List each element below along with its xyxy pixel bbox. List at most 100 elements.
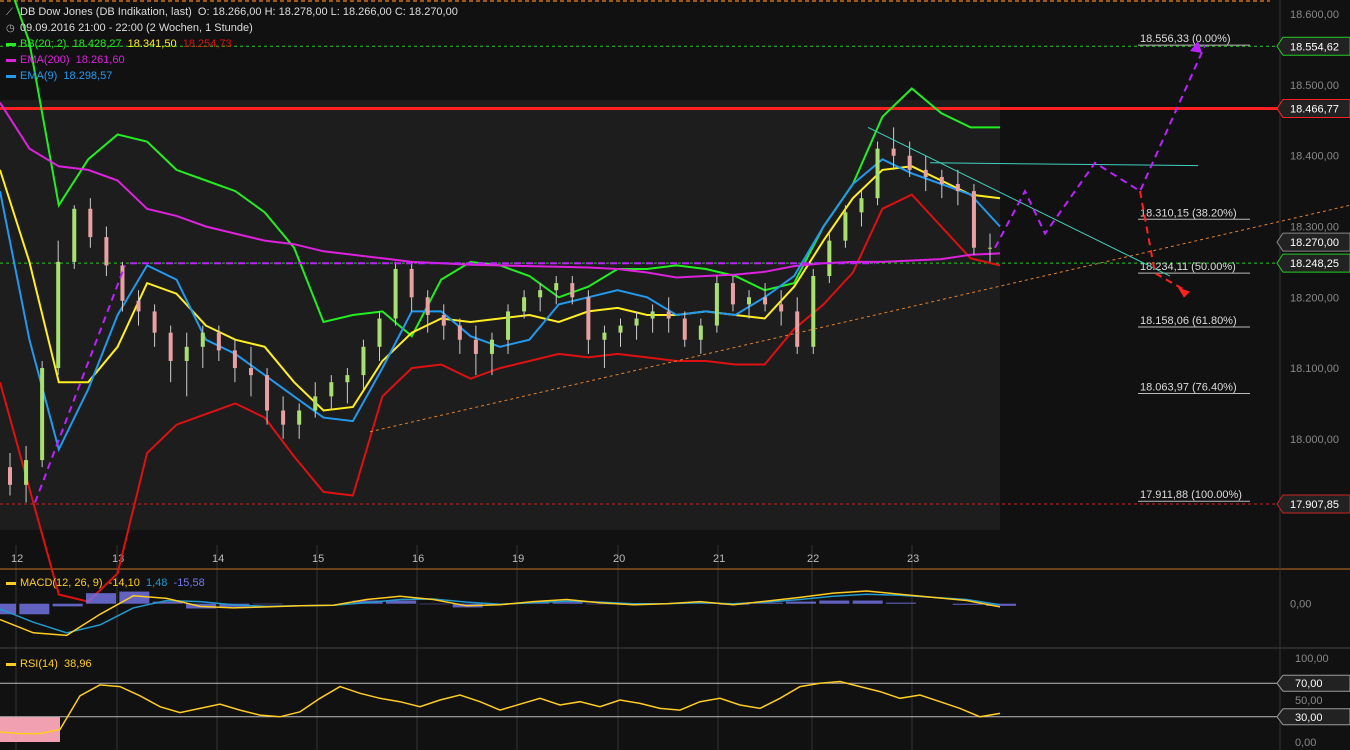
ohlc-values: O: 18.266,00 H: 18.278,00 L: 18.266,00 C… — [197, 6, 458, 18]
fib-label: 18.158,06 (61.80%) — [1140, 315, 1237, 327]
rsi-tick-label: 30,00 — [1295, 712, 1323, 724]
rsi-value: 38,96 — [64, 658, 92, 670]
candle-body — [425, 297, 430, 315]
y-tick-label: 18.000,00 — [1290, 434, 1339, 446]
rsi-tick-label: 70,00 — [1295, 678, 1323, 690]
fib-label: 18.063,97 (76.40%) — [1140, 382, 1237, 394]
candle-body — [506, 311, 511, 340]
candle-body — [939, 176, 944, 185]
rsi-tick-label: 50,00 — [1295, 695, 1323, 707]
period-text: 09.09.2016 21:00 - 22:00 (2 Wochen, 1 St… — [20, 22, 253, 34]
candle-body — [200, 332, 205, 347]
fib-label: 17.911,88 (100.00%) — [1140, 489, 1242, 501]
candle-body — [136, 300, 141, 312]
instrument-header: ⟋ DB Dow Jones (DB Indikation, last) O: 1… — [6, 5, 458, 20]
candle-body — [779, 304, 784, 312]
chart-type-icon[interactable]: ⟋ — [6, 6, 16, 20]
candle-body — [971, 191, 976, 248]
candle-body — [988, 247, 992, 249]
bb-label: BB(20; 2) — [20, 38, 67, 50]
rsi-tick-label: 100,00 — [1295, 653, 1329, 665]
price-label-text: 17.907,85 — [1290, 499, 1339, 511]
x-tick-label: 15 — [312, 553, 324, 565]
candle-body — [72, 208, 77, 262]
x-tick-label: 20 — [613, 553, 625, 565]
candle-body — [618, 325, 623, 333]
candle-body — [265, 375, 270, 411]
candle-body — [538, 290, 543, 298]
candle-body — [698, 325, 703, 340]
candle-body — [232, 350, 237, 369]
candle-body — [393, 268, 398, 319]
candle-body — [441, 314, 446, 326]
candle-body — [184, 346, 189, 361]
candle-body — [955, 184, 960, 192]
candle-body — [297, 410, 302, 425]
candle-body — [907, 155, 912, 170]
rsi-swatch — [6, 662, 16, 666]
ema9-swatch — [6, 74, 16, 78]
candle-body — [56, 261, 61, 369]
candle-body — [8, 467, 12, 485]
macd-value: -14,10 — [108, 577, 140, 589]
bb-swatch — [6, 42, 16, 46]
macd-histogram-bar — [552, 602, 583, 604]
candle-body — [24, 460, 29, 485]
ema200-swatch — [6, 58, 16, 62]
bb-lower-value: 18.254,73 — [182, 38, 232, 50]
candle-body — [634, 318, 639, 326]
macd-histogram-bar — [952, 603, 983, 605]
indicator-shade — [0, 100, 1000, 530]
candle-body — [104, 237, 109, 266]
macd-legend[interactable]: MACD(12, 26, 9) -14,10 1,48 -15,58 — [6, 576, 205, 590]
candle-body — [923, 169, 928, 177]
legend-ema200[interactable]: EMA(200) 18.261,60 — [6, 53, 125, 67]
x-tick-label: 21 — [713, 553, 725, 565]
y-tick-label: 18.100,00 — [1290, 363, 1339, 375]
macd-histogram-bar — [419, 603, 450, 605]
candle-body — [747, 297, 752, 305]
rsi-legend[interactable]: RSI(14) 38,96 — [6, 657, 92, 671]
bb-mid-value: 18.341,50 — [127, 38, 177, 50]
candle-body — [875, 148, 880, 199]
macd-label: MACD(12, 26, 9) — [20, 577, 103, 589]
x-tick-label: 23 — [907, 553, 919, 565]
candle-body — [168, 332, 173, 361]
macd-histogram-bar — [786, 601, 816, 604]
candle-body — [120, 265, 125, 301]
candle-body — [409, 268, 414, 298]
legend-bb[interactable]: BB(20; 2) 18.428,27 18.341,50 18.254,73 — [6, 37, 232, 51]
candle-body — [554, 283, 559, 291]
candle-body — [811, 276, 816, 347]
candle-body — [377, 318, 382, 347]
macd-histogram-bar — [852, 600, 883, 604]
candle-body — [859, 198, 864, 213]
price-label-text: 18.554,62 — [1290, 41, 1339, 53]
macd-tick-label: 0,00 — [1290, 599, 1311, 611]
fib-label: 18.310,15 (38.20%) — [1140, 207, 1237, 219]
candle-body — [40, 368, 45, 461]
macd-histogram-bar — [19, 603, 50, 615]
candle-body — [457, 325, 462, 340]
candle-body — [763, 297, 768, 305]
ema200-label: EMA(200) — [20, 54, 70, 66]
price-chart[interactable]: 12 13 14 15 16 19 20 21 22 2318.600,0018.500,0018… — [0, 0, 1350, 750]
price-label-text: 18.270,00 — [1290, 237, 1339, 249]
candle-body — [714, 283, 719, 326]
x-tick-label: 12 — [11, 553, 23, 565]
macd-signal-value: -15,58 — [173, 577, 205, 589]
period-row: ◷ 09.09.2016 21:00 - 22:00 (2 Wochen, 1 S… — [6, 21, 253, 36]
ema9-value: 18.298,57 — [63, 70, 113, 82]
fib-label: 18.556,33 (0.00%) — [1140, 33, 1231, 45]
x-tick-label: 16 — [412, 553, 424, 565]
legend-ema9[interactable]: EMA(9) 18.298,57 — [6, 69, 112, 83]
macd-hist-value: 1,48 — [145, 577, 168, 589]
candle-body — [682, 318, 687, 340]
macd-histogram-bar — [886, 602, 916, 604]
y-tick-label: 18.600,00 — [1290, 9, 1339, 21]
x-tick-label: 19 — [512, 553, 524, 565]
y-tick-label: 18.300,00 — [1290, 221, 1339, 233]
x-tick-label: 22 — [807, 553, 819, 565]
candle-body — [329, 382, 334, 397]
x-tick-label: 14 — [212, 553, 224, 565]
